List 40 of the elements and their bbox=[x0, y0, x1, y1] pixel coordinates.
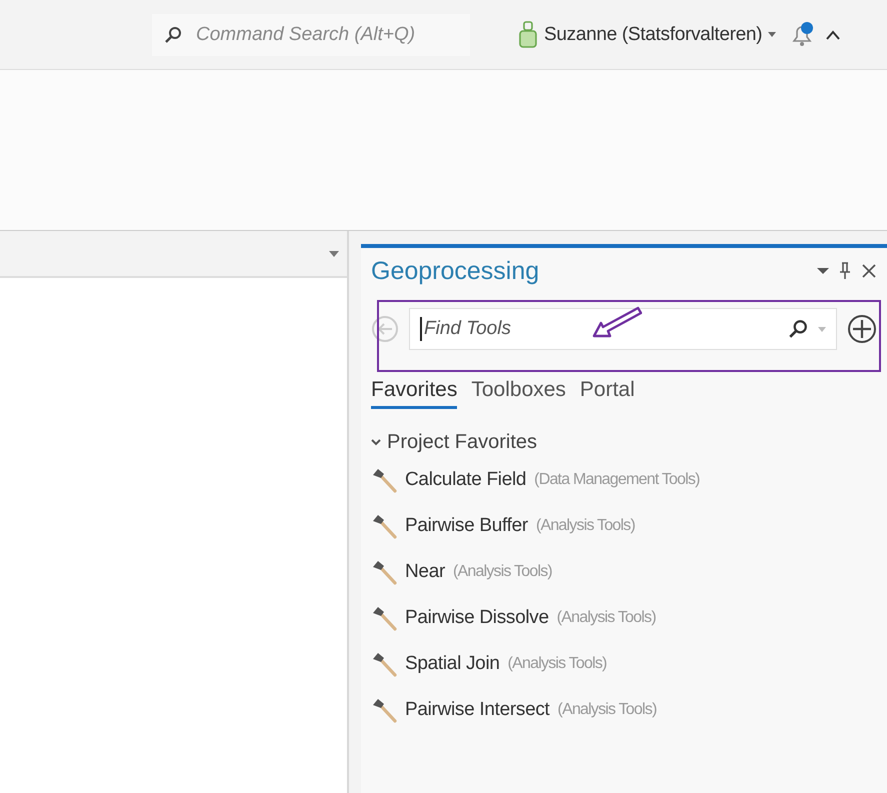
caret-icon[interactable] bbox=[817, 267, 829, 275]
collapse-icon[interactable] bbox=[826, 30, 840, 40]
tab[interactable]: Portal bbox=[580, 378, 635, 409]
tool-item[interactable]: Pairwise Buffer bbox=[405, 515, 528, 537]
tool-category: (Analysis Tools) bbox=[452, 563, 552, 581]
caret-icon[interactable] bbox=[329, 250, 339, 256]
search-icon bbox=[788, 319, 808, 339]
hammer-icon bbox=[371, 559, 397, 585]
command-search-field[interactable]: Command Search (Alt+Q) bbox=[152, 14, 470, 56]
user-menu[interactable]: Suzanne (Statsforvalteren) bbox=[538, 24, 768, 46]
hammer-icon bbox=[371, 467, 397, 493]
hammer-icon bbox=[371, 651, 397, 677]
close-icon[interactable] bbox=[861, 263, 877, 279]
group-label[interactable]: Project Favorites bbox=[387, 430, 538, 454]
user-icon bbox=[518, 20, 538, 48]
chevron-icon[interactable] bbox=[371, 438, 381, 446]
add-icon[interactable] bbox=[847, 314, 877, 344]
tool-category: (Analysis Tools) bbox=[508, 655, 607, 673]
hammer-icon bbox=[371, 697, 397, 723]
tool-category: (Analysis Tools) bbox=[556, 609, 656, 627]
tool-item[interactable]: Pairwise Intersect bbox=[405, 699, 550, 721]
tool-category: (Data Management Tools) bbox=[534, 471, 700, 489]
hammer-icon bbox=[371, 605, 397, 631]
panel-title: Geoprocessing bbox=[371, 256, 540, 286]
hammer-icon bbox=[371, 513, 397, 539]
tool-item[interactable]: Calculate Field bbox=[405, 469, 526, 491]
tool-category: (Analysis Tools) bbox=[558, 701, 656, 719]
back-icon[interactable] bbox=[371, 315, 399, 343]
search-icon bbox=[164, 26, 182, 44]
tool-item[interactable]: Spatial Join bbox=[405, 653, 500, 675]
tool-item[interactable]: Near bbox=[405, 561, 445, 583]
pin-icon[interactable] bbox=[839, 262, 851, 280]
tool-category: (Analysis Tools) bbox=[536, 517, 635, 535]
find-tools-field[interactable]: Find Tools bbox=[409, 308, 837, 350]
tab[interactable]: Toolboxes bbox=[471, 378, 566, 409]
command-search-input[interactable]: Command Search (Alt+Q) bbox=[194, 22, 468, 46]
arrow-icon bbox=[592, 306, 642, 340]
caret-icon bbox=[768, 32, 776, 38]
tab[interactable]: Favorites bbox=[371, 378, 458, 409]
tool-item[interactable]: Pairwise Dissolve bbox=[405, 607, 549, 629]
